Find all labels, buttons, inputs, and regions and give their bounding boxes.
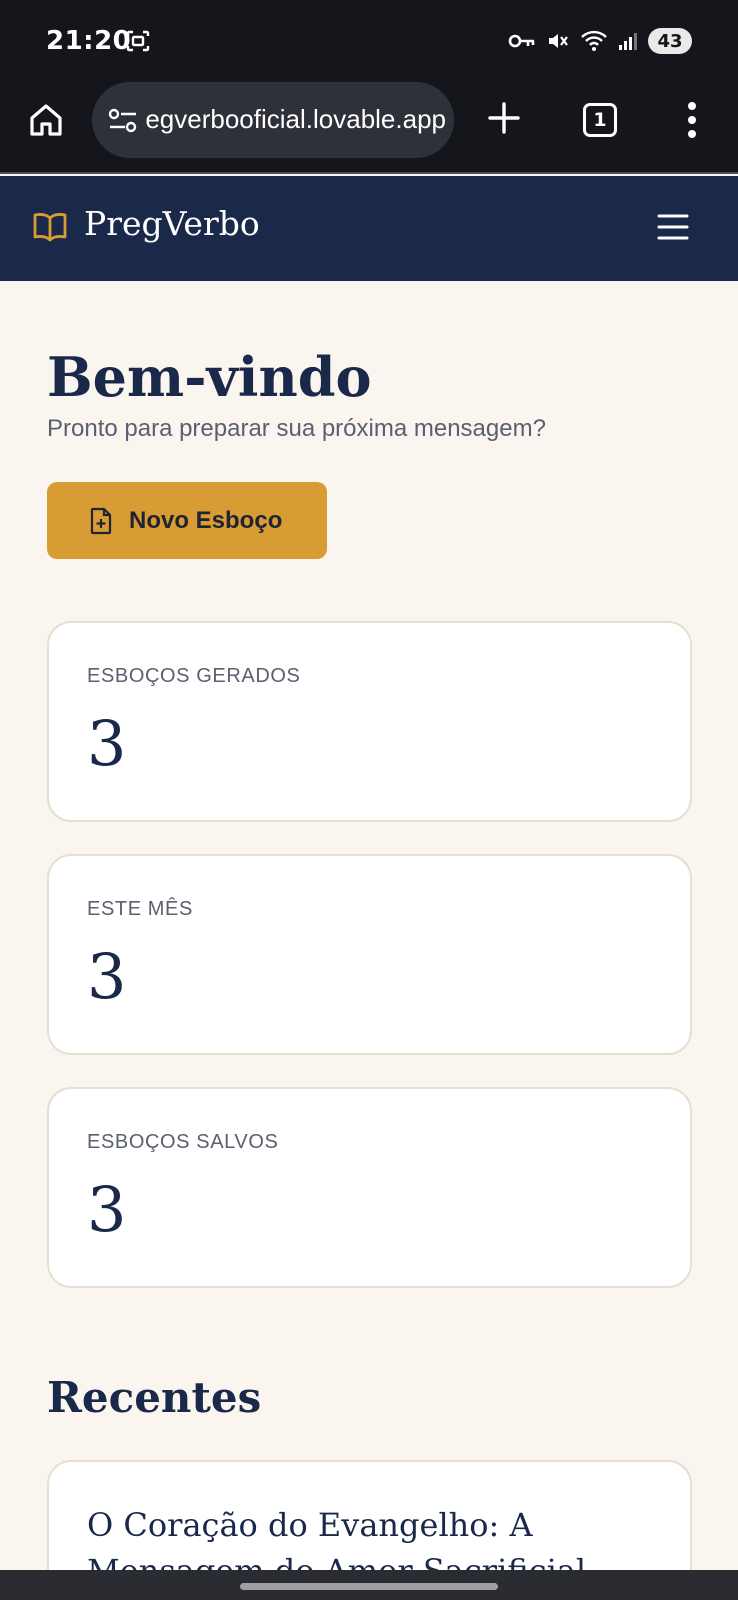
screenshot-icon [126,30,150,52]
mute-icon [549,34,568,48]
tab-count: 1 [593,109,607,131]
browser-toolbar: pregverbooficial.lovable.app 1 [0,80,738,174]
status-time: 21:20 [46,26,132,56]
stat-card-generated: ESBOÇOS GERADOS 3 [47,621,692,822]
system-navigation-bar [0,1570,738,1600]
stat-label: ESBOÇOS GERADOS [87,665,301,687]
stat-value: 3 [87,1173,127,1246]
new-outline-button[interactable]: Novo Esboço [47,482,327,559]
wifi-icon [581,30,607,51]
hamburger-menu-icon[interactable] [656,210,690,244]
stat-value: 3 [87,707,127,780]
page-title: Bem-vindo [47,345,372,409]
more-menu-icon[interactable] [686,100,698,140]
stat-value: 3 [87,940,127,1013]
home-icon[interactable] [26,100,66,140]
battery-indicator: 43 [648,28,692,54]
home-gesture-handle[interactable] [240,1583,498,1590]
app-header: PregVerbo [0,176,738,281]
stat-card-this-month: ESTE MÊS 3 [47,854,692,1055]
address-bar[interactable]: pregverbooficial.lovable.app [92,82,454,158]
site-settings-icon[interactable] [108,108,138,134]
new-tab-icon[interactable] [486,100,522,136]
stat-card-saved: ESBOÇOS SALVOS 3 [47,1087,692,1288]
url-text[interactable]: pregverbooficial.lovable.app [146,104,446,135]
stat-label: ESTE MÊS [87,898,193,920]
recent-section-title: Recentes [47,1373,262,1422]
status-bar: 21:20 43 [0,0,738,80]
new-outline-label: Novo Esboço [129,506,283,534]
file-plus-icon [90,507,112,534]
tabs-icon[interactable]: 1 [583,103,617,137]
signal-icon [619,33,637,50]
book-open-icon [33,213,67,242]
stat-label: ESBOÇOS SALVOS [87,1131,279,1153]
vpn-key-icon [508,34,535,48]
app-title[interactable]: PregVerbo [84,204,260,243]
page-subtitle: Pronto para preparar sua próxima mensage… [47,415,546,442]
